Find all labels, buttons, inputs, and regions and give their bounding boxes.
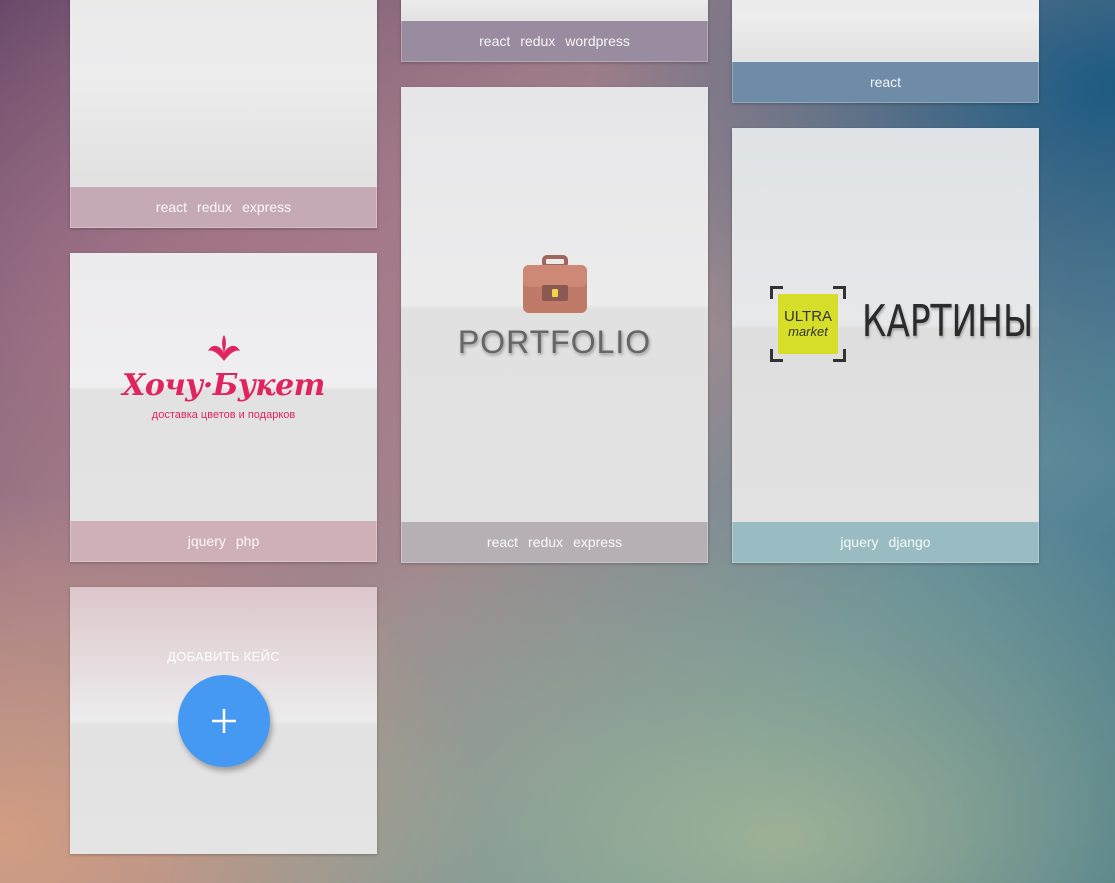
logo-text: КАРТИНЫ [862, 296, 1034, 347]
logo-line2: market [788, 324, 828, 339]
card-thumbnail [401, 0, 708, 20]
logo-title: Хочу·Букет [122, 368, 325, 403]
portfolio-card[interactable]: react redux express [70, 0, 377, 228]
card-tags: jquery php [70, 521, 377, 562]
card-tags: react redux express [70, 187, 377, 228]
tag: redux [528, 534, 564, 550]
add-case-card[interactable]: ДОБАВИТЬ КЕЙС [70, 587, 377, 854]
tag: jquery [840, 534, 879, 550]
tag: react [155, 199, 188, 215]
logo-badge: ULTRA market [778, 294, 838, 354]
card-thumbnail: Хочу·Букет доставка цветов и подарков [70, 253, 377, 521]
logo-frame: ULTRA market [770, 286, 846, 362]
portfolio-card-portfolio[interactable]: PORTFOLIO react redux express [401, 87, 708, 563]
card-tags: react redux express [401, 522, 708, 563]
card-thumbnail [732, 0, 1039, 61]
card-thumbnail [70, 0, 377, 186]
tag: react [486, 534, 519, 550]
add-case-button[interactable] [178, 675, 270, 767]
portfolio-logo: PORTFOLIO [401, 255, 708, 361]
hochu-buket-logo: Хочу·Букет доставка цветов и подарков [70, 333, 377, 421]
tag: php [235, 533, 260, 549]
tag: react [479, 33, 511, 49]
card-thumbnail: PORTFOLIO [401, 87, 708, 522]
logo-subtitle: доставка цветов и подарков [151, 409, 296, 421]
tag: wordpress [565, 33, 630, 49]
plus-icon [212, 709, 236, 733]
portfolio-card[interactable]: react redux wordpress [401, 0, 708, 62]
tag: redux [197, 199, 233, 215]
card-tags: react [732, 62, 1039, 103]
tag: django [888, 534, 931, 550]
tag: react [869, 74, 902, 90]
logo-line1: ULTRA [783, 308, 833, 325]
flower-icon [207, 335, 240, 361]
tag: redux [520, 33, 556, 49]
logo-text: PORTFOLIO [457, 324, 652, 360]
portfolio-card-ultra-market[interactable]: ULTRA market КАРТИНЫ jquery django [732, 128, 1039, 563]
add-case-label: ДОБАВИТЬ КЕЙС [167, 649, 280, 664]
briefcase-icon [522, 255, 587, 313]
ultra-market-logo: ULTRA market КАРТИНЫ [770, 286, 1033, 366]
card-tags: jquery django [732, 522, 1039, 563]
portfolio-card-hochu-buket[interactable]: Хочу·Букет доставка цветов и подарков jq… [70, 253, 377, 562]
card-thumbnail: ULTRA market КАРТИНЫ [732, 128, 1039, 522]
tag: jquery [187, 533, 226, 549]
tag: express [242, 199, 292, 215]
tag: express [573, 534, 623, 550]
card-tags: react redux wordpress [401, 21, 708, 62]
portfolio-card[interactable]: react [732, 0, 1039, 103]
